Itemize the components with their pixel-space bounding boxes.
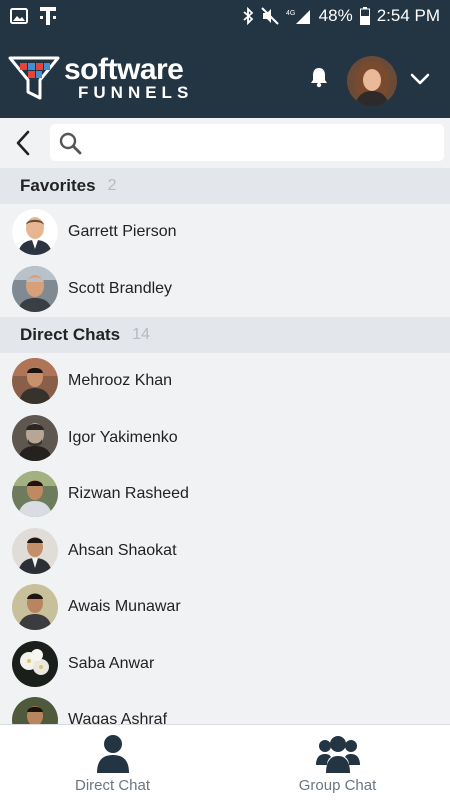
back-arrow-icon: [16, 130, 30, 156]
person-icon: [96, 735, 129, 773]
battery-percent: 48%: [318, 6, 353, 25]
tab-label: Group Chat: [298, 777, 377, 794]
avatar: [12, 584, 58, 631]
favorites-section-header: Favorites 2: [0, 168, 450, 204]
contact-name: Mehrooz Khan: [68, 372, 173, 390]
photo-icon: [10, 8, 28, 24]
contact-name: Awais Munawar: [68, 598, 181, 616]
contact-name: Waqas Ashraf: [68, 711, 168, 724]
battery-icon: [359, 7, 370, 25]
bell-icon[interactable]: [308, 66, 330, 93]
clock: 2:54 PM: [376, 6, 440, 25]
tab-group-chat[interactable]: Group Chat: [225, 725, 450, 800]
contact-row-ahsan-shaokat[interactable]: Ahsan Shaokat: [0, 523, 450, 580]
group-icon: [315, 736, 360, 773]
contact-row-saba-anwar[interactable]: Saba Anwar: [0, 636, 450, 693]
direct-chats-section-header: Direct Chats 14: [0, 317, 450, 353]
avatar: [12, 471, 58, 518]
contact-name: Garrett Pierson: [68, 223, 177, 241]
section-title: Favorites: [20, 176, 96, 195]
search-input[interactable]: [90, 124, 440, 161]
contact-name: Igor Yakimenko: [68, 428, 178, 446]
tab-label: Direct Chat: [74, 777, 151, 794]
svg-text:4G: 4G: [286, 10, 295, 17]
avatar: [12, 414, 58, 461]
bluetooth-icon: [242, 7, 254, 25]
software-funnels-logo: software FUNNELS: [8, 53, 194, 102]
avatar: [12, 527, 58, 574]
contact-row-scott-brandley[interactable]: Scott Brandley: [0, 261, 450, 318]
contact-name: Ahsan Shaokat: [68, 541, 177, 559]
funnel-logo-icon: [8, 56, 60, 100]
section-count: 14: [132, 326, 150, 343]
avatar: [12, 209, 58, 256]
chevron-down-icon[interactable]: [410, 72, 430, 91]
avatar: [12, 358, 58, 405]
avatar: [12, 265, 58, 312]
user-avatar[interactable]: [347, 56, 397, 106]
t-carrier-icon: [40, 7, 56, 25]
contact-list[interactable]: Favorites 2 Garrett Pierson Scott Brandl…: [0, 168, 450, 724]
contact-name: Saba Anwar: [68, 654, 155, 672]
mute-icon: [260, 7, 279, 25]
contact-row-mehrooz-khan[interactable]: Mehrooz Khan: [0, 353, 450, 410]
avatar: [12, 640, 58, 687]
avatar: [12, 697, 58, 724]
app-header: software FUNNELS: [0, 32, 450, 118]
tab-direct-chat[interactable]: Direct Chat: [0, 725, 225, 800]
section-count: 2: [107, 177, 117, 194]
contact-row-garrett-pierson[interactable]: Garrett Pierson: [0, 204, 450, 261]
contact-row-igor-yakimenko[interactable]: Igor Yakimenko: [0, 410, 450, 467]
contact-name: Rizwan Rasheed: [68, 485, 189, 503]
contact-row-waqas-ashraf[interactable]: Waqas Ashraf: [0, 692, 450, 724]
contact-name: Scott Brandley: [68, 279, 173, 297]
logo-word-software: software: [64, 53, 184, 86]
search-box[interactable]: [50, 124, 444, 161]
back-button[interactable]: [10, 129, 36, 157]
contact-row-rizwan-rasheed[interactable]: Rizwan Rasheed: [0, 466, 450, 523]
status-bar: 4G 48% 2:54 PM: [0, 0, 450, 32]
section-title: Direct Chats: [20, 325, 121, 344]
bottom-tab-bar: Direct Chat Group Chat: [0, 724, 450, 800]
signal-icon: 4G: [286, 7, 312, 25]
logo-word-funnels: FUNNELS: [78, 83, 194, 102]
search-row: [0, 118, 450, 168]
contact-row-awais-munawar[interactable]: Awais Munawar: [0, 579, 450, 636]
search-icon: [58, 131, 82, 160]
